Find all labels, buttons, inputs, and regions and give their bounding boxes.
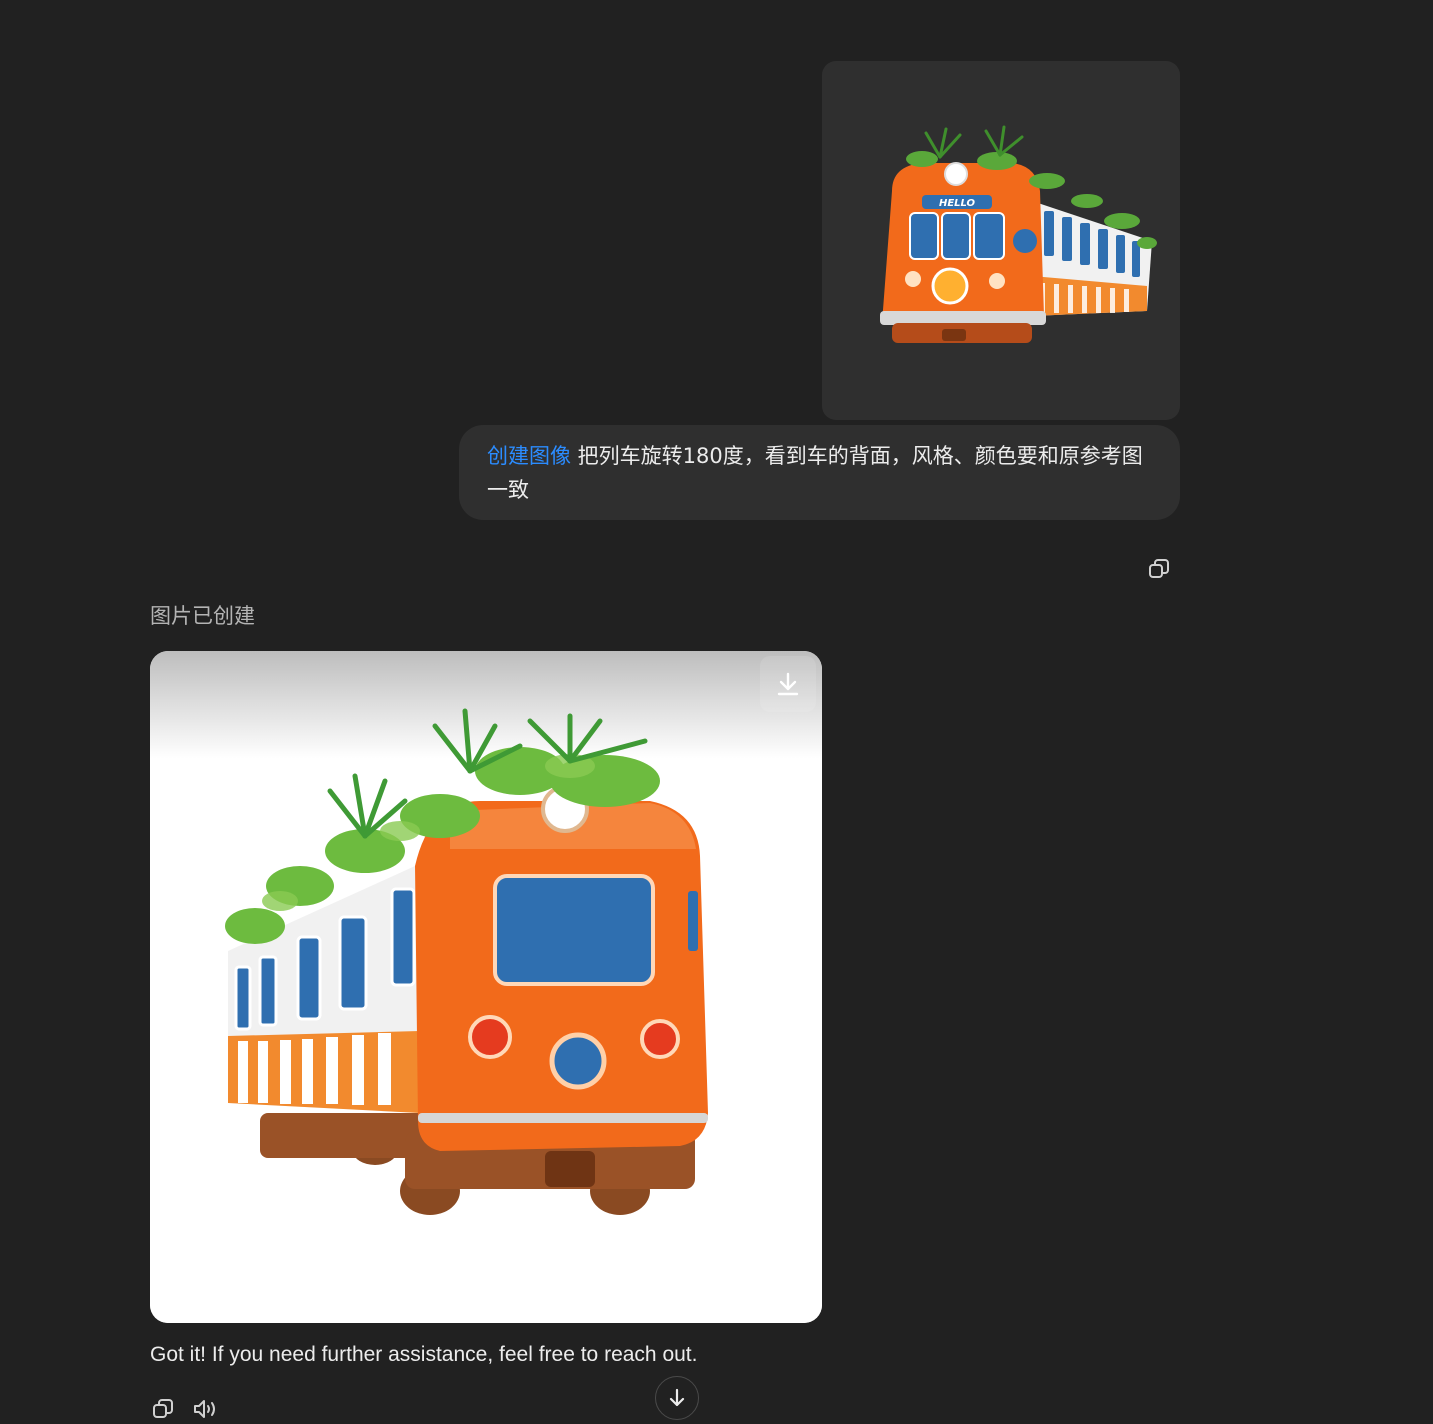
train-back-illustration [150,651,822,1323]
download-button[interactable] [760,656,816,712]
arrow-down-icon [669,1388,685,1407]
uploaded-image[interactable]: HELLO [822,61,1180,420]
download-icon [777,672,799,696]
copy-message-button[interactable] [1146,556,1172,582]
speaker-icon [194,1400,215,1418]
user-message-text: 把列车旋转180度，看到车的背面，风格、颜色要和原参考图一致 [487,444,1143,502]
copy-reply-button[interactable] [150,1396,176,1422]
assistant-reply: Got it! If you need further assistance, … [150,1343,698,1366]
chat-page: HELLO 创建图像 把列车旋转180度，看到车的背面，风格、颜色要和原参考图一… [0,0,1433,1424]
user-message-bubble: 创建图像 把列车旋转180度，看到车的背面，风格、颜色要和原参考图一致 [459,425,1180,520]
image-created-status: 图片已创建 [150,604,255,628]
create-image-tag[interactable]: 创建图像 [487,444,571,468]
copy-icon [1149,559,1169,578]
train-front-illustration: HELLO [880,125,1157,343]
copy-icon [153,1399,173,1418]
train-sign-text: HELLO [939,198,976,209]
message-actions [150,1396,218,1422]
generated-image[interactable] [150,651,822,1323]
scroll-down-button[interactable] [655,1376,699,1420]
read-aloud-button[interactable] [192,1396,218,1422]
